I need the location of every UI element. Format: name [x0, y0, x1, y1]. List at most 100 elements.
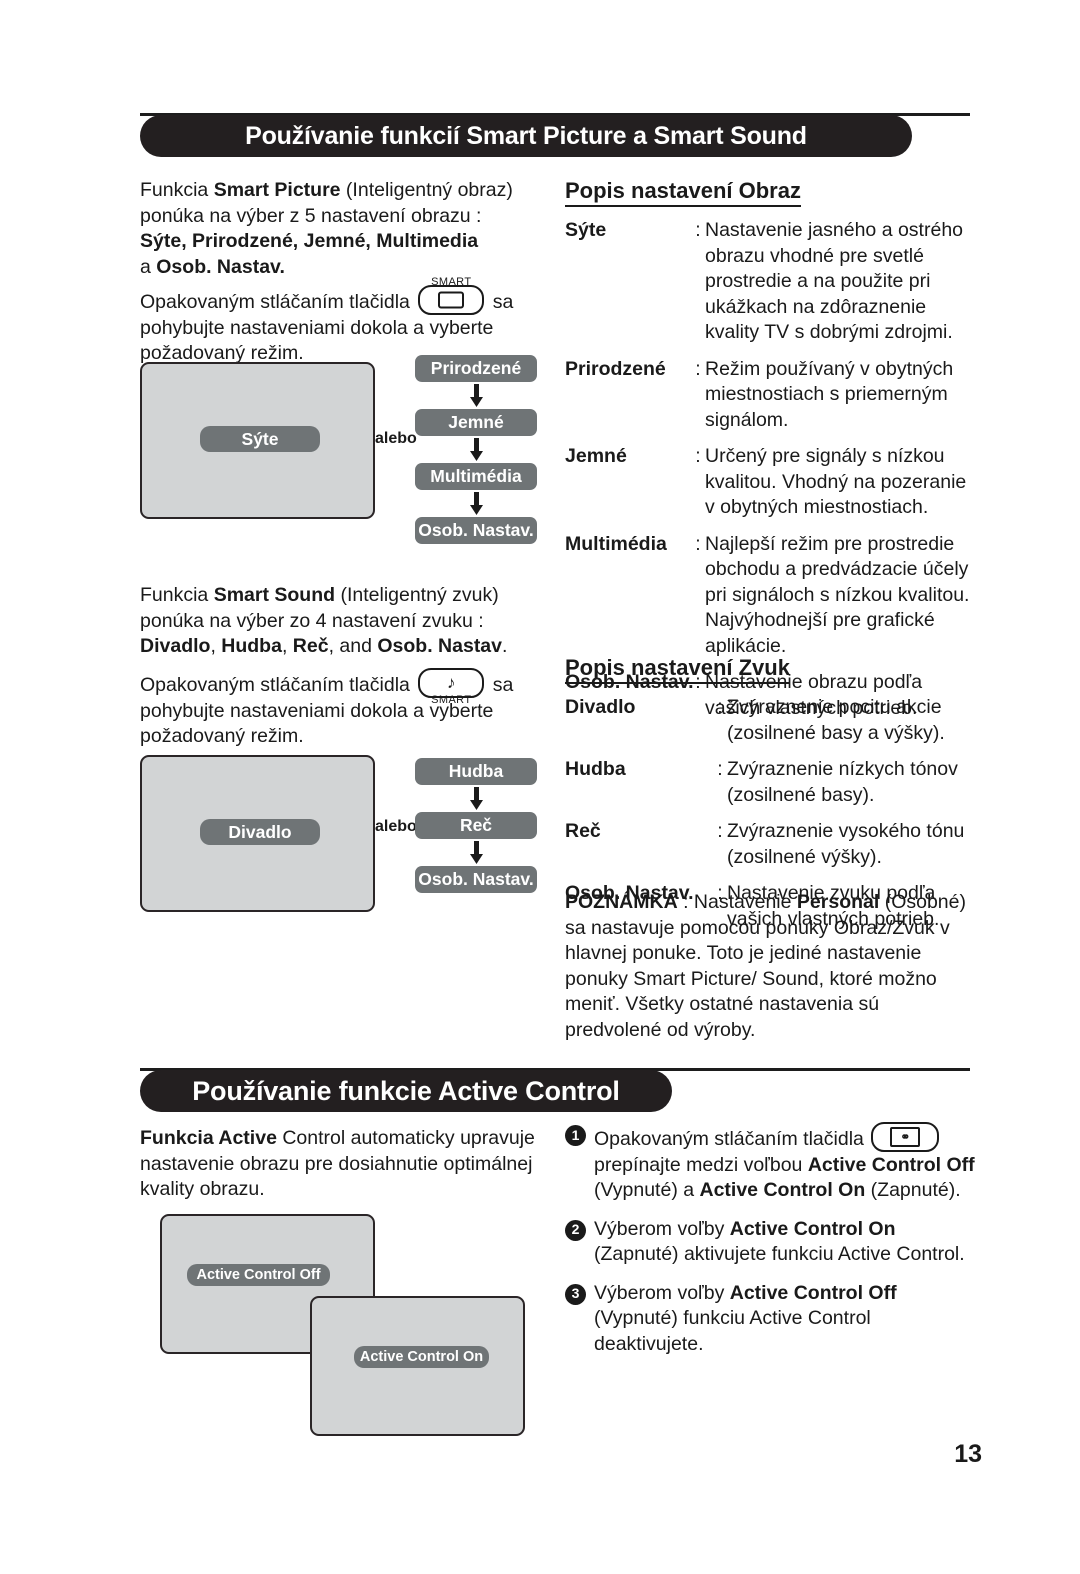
press-pre: Opakovaným stláčaním tlačidla [140, 291, 410, 313]
intro-line4-pre: a [140, 255, 157, 278]
note-sep: : Nastavenie [677, 891, 797, 913]
section-title-smart: Používanie funkcií Smart Picture a Smart… [245, 121, 807, 150]
sound-press-post: sa [492, 674, 514, 696]
smart-sound-press-text: Opakovaným stláčaním tlačidla ♪ SMART sa… [140, 668, 545, 750]
section-header-smart: Používanie funkcií Smart Picture a Smart… [140, 113, 970, 157]
active-control-button[interactable]: ⚭ [871, 1122, 940, 1152]
section-title-active-control: Používanie funkcie Active Control [192, 1075, 620, 1106]
definition-colon: : [717, 696, 723, 718]
sound-press-pre: Opakovaným stláčaním tlačidla [140, 674, 410, 696]
alebo-label-picture: alebo [375, 430, 417, 447]
step-item: 1 Opakovaným stláčaním tlačidla ⚭ prepín… [565, 1122, 975, 1204]
press-line3: požadovaný režim. [140, 342, 304, 364]
header-pill: Používanie funkcie Active Control [140, 1070, 672, 1112]
flow-arrow [415, 490, 537, 517]
definition-desc: Najlepší režim pre prostredie obchodu a … [705, 532, 970, 657]
definition-colon: : [695, 445, 701, 467]
header-pill: Používanie funkcií Smart Picture a Smart… [140, 115, 912, 157]
alebo-label-sound: alebo [375, 818, 417, 835]
step-number: 2 [565, 1219, 586, 1241]
definition-colon: : [695, 357, 701, 380]
osd-label-active-control-on: Active Control On [354, 1346, 489, 1368]
flow-node-multimedia: Multimédia [415, 463, 537, 490]
active-control-intro: Funkcia Active Control automaticky uprav… [140, 1126, 540, 1203]
smart-sound-button[interactable]: ♪ SMART [418, 668, 485, 706]
sound-term-divadlo: Divadlo [140, 635, 211, 657]
tv-screen-picture: Sýte [140, 362, 375, 519]
flow-node-rec: Reč [415, 812, 537, 839]
step-mid1: (Vypnuté) funkciu Active Control deaktiv… [594, 1307, 871, 1355]
flow-arrow [415, 839, 537, 866]
picture-desc-heading: Popis nastavení Obraz [565, 178, 801, 207]
definition-row: Divadlo : Zvýraznenie pocitu akcie (zosi… [565, 695, 975, 746]
sound-intro-bold: Smart Sound [213, 584, 336, 606]
active-control-steps: 1 Opakovaným stláčaním tlačidla ⚭ prepín… [565, 1122, 975, 1370]
smart-sound-press: Opakovaným stláčaním tlačidla ♪ SMART sa… [140, 668, 545, 750]
smart-sound-intro-text: Funkcia Smart Sound (Inteligentný zvuk) … [140, 583, 545, 660]
tv-screen-sound: Divadlo [140, 755, 375, 912]
definition-term: Sýte [565, 219, 607, 241]
flow-arrow [415, 436, 537, 463]
step-text: Výberom voľby Active Control Off (Vypnut… [594, 1281, 975, 1358]
intro-post: (Inteligentný obraz) [340, 179, 513, 201]
definition-row: Sýte : Nastavenie jasného a ostrého obra… [565, 218, 975, 346]
picture-descriptions: Popis nastavení Obraz Sýte : Nastavenie … [565, 178, 975, 721]
step-mid3: (Zapnuté). [865, 1179, 961, 1201]
osd-label-divadlo: Divadlo [200, 819, 320, 845]
note-block: POZNÁMKA : Nastavenie Personal (Osobné) … [565, 890, 980, 1043]
definition-desc: Zvýraznenie vysokého tónu (zosilnené výš… [727, 820, 965, 868]
definition-desc: Určený pre signály s nízkou kvalitou. Vh… [705, 445, 967, 518]
definition-desc: Režim používaný v obytných miestnostiach… [705, 357, 954, 431]
note-bold-term: Personal [796, 891, 880, 913]
definition-term: Divadlo [565, 696, 636, 718]
sound-intro-pre: Funkcia [140, 584, 214, 606]
flow-arrow [415, 382, 537, 409]
sound-desc-heading: Popis nastavení Zvuk [565, 655, 790, 684]
active-intro-bold: Funkcia Active [140, 1127, 277, 1149]
smart-picture-button[interactable]: SMART [418, 276, 485, 315]
intro-line4-bold: Osob. Nastav. [156, 255, 285, 278]
flow-node-osob-nastav: Osob. Nastav. [415, 517, 537, 544]
flow-node-jemne: Jemné [415, 409, 537, 436]
sound-intro-post: (Inteligentný zvuk) [335, 584, 499, 606]
definition-desc: Zvýraznenie pocitu akcie (zosilnené basy… [727, 696, 945, 744]
step-pre: Výberom voľby [594, 1217, 730, 1240]
tv-screen-active-control-on: Active Control On [310, 1296, 525, 1436]
smart-picture-intro: Funkcia Smart Picture (Inteligentný obra… [140, 178, 545, 280]
step-mid1: prepínajte medzi voľbou [594, 1153, 808, 1176]
definition-row: Multimédia : Najlepší režim pre prostred… [565, 532, 975, 660]
step-pre: Opakovaným stláčaním tlačidla [594, 1128, 864, 1150]
definition-desc: Zvýraznenie nízkych tónov (zosilnené bas… [727, 758, 958, 806]
definition-desc: Nastavenie jasného a ostrého obrazu vhod… [705, 219, 964, 343]
intro-pre: Funkcia [140, 179, 214, 201]
active-control-intro-text: Funkcia Active Control automaticky uprav… [140, 1126, 540, 1203]
step-pre: Výberom voľby [594, 1281, 730, 1304]
step-mid1: (Zapnuté) aktivujete funkciu Active Cont… [594, 1243, 965, 1265]
section-header-active-control: Používanie funkcie Active Control [140, 1068, 970, 1112]
definition-colon: : [695, 532, 701, 555]
step-number: 1 [565, 1125, 586, 1146]
flow-node-osob-nastav: Osob. Nastav. [415, 866, 537, 893]
definition-row: Hudba : Zvýraznenie nízkych tónov (zosil… [565, 757, 975, 808]
step-item: 3 Výberom voľby Active Control Off (Vypn… [565, 1281, 975, 1358]
definition-term: Jemné [565, 445, 627, 467]
definition-row: Jemné : Určený pre signály s nízkou kval… [565, 444, 975, 521]
smart-sound-button-caption: SMART [431, 693, 472, 706]
definition-term: Hudba [565, 758, 626, 780]
definition-row: Prirodzené : Režim používaný v obytných … [565, 357, 975, 434]
flow-node-prirodzene: Prirodzené [415, 355, 537, 382]
press-post: sa [492, 291, 514, 313]
definition-term: Reč [565, 820, 601, 842]
definition-colon: : [717, 820, 723, 842]
note-label: POZNÁMKA [565, 891, 678, 913]
flow-node-hudba: Hudba [415, 758, 537, 785]
active-control-icon: ⚭ [890, 1127, 921, 1147]
intro-line2: ponúka na výber z 5 nastavení obrazu : [140, 204, 482, 227]
definition-term: Multimédia [565, 532, 667, 555]
flow-chart-picture: Prirodzené Jemné Multimédia Osob. Nastav… [415, 355, 537, 544]
step-bold2: Active Control On [699, 1179, 866, 1201]
sep: , and [328, 635, 378, 657]
flow-chart-sound: Hudba Reč Osob. Nastav. [415, 758, 537, 893]
step-bold1: Active Control Off [729, 1281, 897, 1304]
manual-page: Používanie funkcií Smart Picture a Smart… [0, 0, 1080, 1574]
